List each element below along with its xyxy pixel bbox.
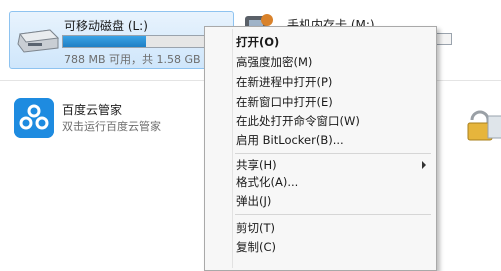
menu-item-bitlocker[interactable]: 启用 BitLocker(B)...: [207, 130, 434, 150]
baidu-cloud-icon: [14, 98, 54, 138]
drive-capacity-fill: [63, 36, 146, 47]
menu-item-label: 共享(H): [236, 158, 277, 172]
drive-capacity-bar: [62, 35, 226, 48]
menu-item-open[interactable]: 打开(O): [207, 32, 434, 52]
app-description: 双击运行百度云管家: [62, 120, 161, 133]
menu-item-open-new-window[interactable]: 在新窗口中打开(E): [207, 92, 434, 112]
menu-item-open-new-process[interactable]: 在新进程中打开(P): [207, 72, 434, 92]
drive-space-text: 788 MB 可用，共 1.58 GB: [64, 53, 201, 66]
app-item-baidu[interactable]: 百度云管家 双击运行百度云管家: [14, 96, 204, 140]
app-name: 百度云管家: [62, 103, 123, 117]
removable-drive-icon: [17, 29, 60, 53]
menu-item-format[interactable]: 格式化(A)...: [207, 172, 434, 192]
menu-item-eject[interactable]: 弹出(J): [207, 191, 434, 211]
menu-item-cut[interactable]: 剪切(T): [207, 218, 434, 238]
menu-separator: [235, 153, 431, 154]
bitlocker-lock-icon: [467, 110, 501, 141]
menu-item-encrypt[interactable]: 高强度加密(M): [207, 52, 434, 72]
drive-name: 可移动磁盘 (L:): [64, 19, 148, 33]
menu-item-open-command-window[interactable]: 在此处打开命令窗口(W): [207, 111, 434, 131]
drive-item-removable[interactable]: 可移动磁盘 (L:) 788 MB 可用，共 1.58 GB: [9, 11, 234, 69]
menu-item-copy[interactable]: 复制(C): [207, 237, 434, 257]
menu-separator: [235, 214, 431, 215]
submenu-arrow-icon: [422, 161, 426, 169]
context-menu: 打开(O) 高强度加密(M) 在新进程中打开(P) 在新窗口中打开(E) 在此处…: [204, 26, 437, 271]
